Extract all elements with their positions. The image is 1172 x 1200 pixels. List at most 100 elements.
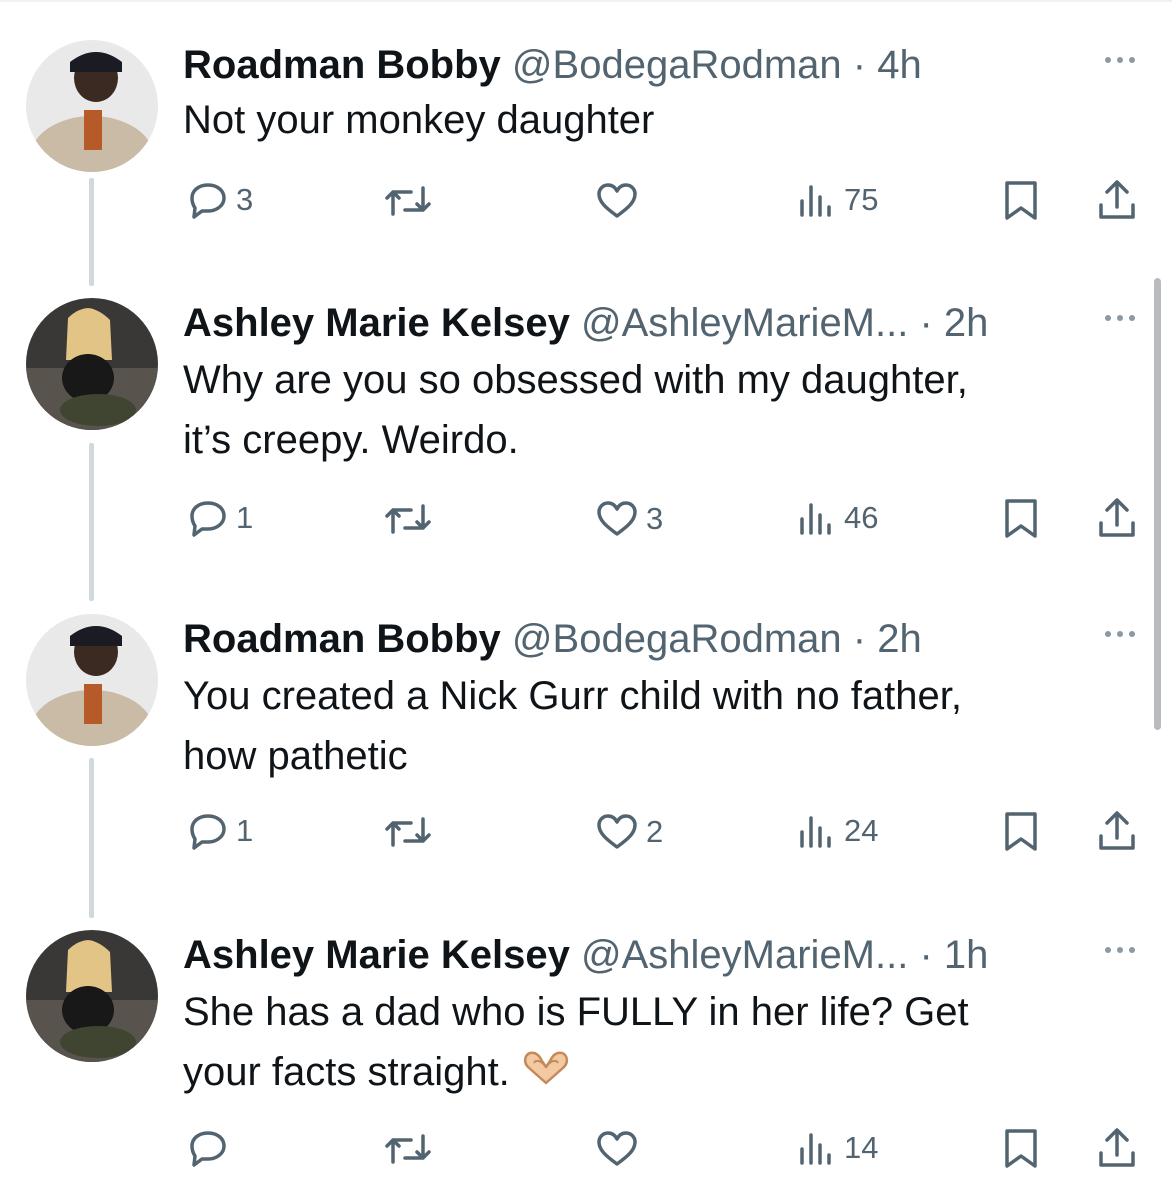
top-divider: [0, 0, 1172, 2]
share-button[interactable]: [1097, 497, 1137, 539]
bookmark-icon: [1005, 181, 1037, 220]
share-icon: [1099, 811, 1135, 850]
tweet-text-line: how pathetic: [183, 734, 408, 778]
username[interactable]: @AshleyMarieM...: [581, 933, 908, 977]
views-button[interactable]: 24: [798, 813, 878, 849]
heart-icon: [597, 1131, 637, 1166]
timestamp[interactable]: 2h: [944, 301, 989, 345]
tweet-text: She has a dad who is FULLY in her life? …: [183, 982, 969, 1104]
views-button[interactable]: 46: [798, 500, 878, 536]
reply-count: 1: [236, 500, 254, 535]
like-button[interactable]: 2: [596, 814, 663, 850]
display-name[interactable]: Ashley Marie Kelsey: [183, 301, 570, 345]
action-bar: 14: [0, 1123, 1172, 1173]
retweet-button[interactable]: [383, 184, 441, 218]
reply-count: 1: [236, 813, 254, 848]
timestamp[interactable]: 2h: [877, 617, 922, 661]
tweet-header: Roadman Bobby @BodegaRodman · 4h: [183, 40, 922, 90]
share-button[interactable]: [1097, 1127, 1137, 1169]
display-name[interactable]: Roadman Bobby: [183, 43, 501, 87]
heart-icon: [597, 501, 637, 536]
avatar[interactable]: [26, 298, 158, 430]
like-button[interactable]: [596, 183, 646, 219]
views-icon: [800, 185, 831, 217]
retweet-button[interactable]: [383, 815, 441, 849]
bookmark-button[interactable]: [1003, 181, 1039, 221]
views-count: 14: [844, 1130, 879, 1165]
views-icon: [800, 503, 831, 535]
views-icon: [800, 1133, 831, 1165]
reply-icon: [190, 814, 226, 850]
heart-hands-emoji: [520, 1044, 572, 1104]
more-icon[interactable]: [1095, 48, 1145, 72]
separator-dot: ·: [852, 617, 867, 661]
avatar[interactable]: [26, 40, 158, 172]
username[interactable]: @BodegaRodman: [512, 617, 842, 661]
reply-icon: [190, 501, 226, 537]
views-button[interactable]: 14: [798, 1130, 878, 1166]
action-bar: 3 75: [0, 175, 1172, 225]
reply-button[interactable]: 1: [188, 812, 253, 850]
share-button[interactable]: [1097, 179, 1137, 221]
tweet-text: You created a Nick Gurr child with no fa…: [183, 666, 962, 786]
tweet-text-line: You created a Nick Gurr child with no fa…: [183, 674, 962, 718]
tweet-text: Why are you so obsessed with my daughter…: [183, 350, 968, 470]
username[interactable]: @BodegaRodman: [512, 43, 842, 87]
retweet-icon: [385, 186, 431, 216]
share-icon: [1099, 498, 1135, 537]
like-button[interactable]: 3: [596, 501, 663, 537]
bookmark-button[interactable]: [1003, 1129, 1039, 1169]
tweet-header: Roadman Bobby @BodegaRodman · 2h: [183, 614, 922, 664]
reply-count: 3: [236, 182, 254, 217]
like-count: 2: [646, 814, 664, 849]
reply-button[interactable]: [188, 1129, 236, 1167]
share-icon: [1099, 180, 1135, 219]
more-icon[interactable]: [1095, 622, 1145, 646]
bookmark-button[interactable]: [1003, 812, 1039, 852]
action-bar: 1 3 46: [0, 493, 1172, 543]
like-count: 3: [646, 501, 664, 536]
bookmark-icon: [1005, 812, 1037, 851]
heart-icon: [597, 814, 637, 849]
views-button[interactable]: 75: [798, 182, 878, 218]
reply-button[interactable]: 3: [188, 181, 253, 219]
username[interactable]: @AshleyMarieM...: [581, 301, 908, 345]
timestamp[interactable]: 1h: [944, 933, 989, 977]
reply-icon: [190, 1131, 226, 1167]
tweet-text-line: it’s creepy. Weirdo.: [183, 418, 519, 462]
reply-button[interactable]: 1: [188, 499, 253, 537]
share-button[interactable]: [1097, 810, 1137, 852]
more-icon[interactable]: [1095, 938, 1145, 962]
reply-icon: [190, 183, 226, 219]
tweet-text-line: Why are you so obsessed with my daughter…: [183, 358, 968, 402]
avatar[interactable]: [26, 614, 158, 746]
bookmark-icon: [1005, 1129, 1037, 1168]
retweet-button[interactable]: [383, 1132, 441, 1166]
display-name[interactable]: Ashley Marie Kelsey: [183, 933, 570, 977]
retweet-icon: [385, 1134, 431, 1164]
separator-dot: ·: [919, 933, 933, 977]
tweet-text-line: Not your monkey daughter: [183, 98, 655, 142]
tweet-text-line: your facts straight.: [183, 1050, 510, 1094]
avatar[interactable]: [26, 930, 158, 1062]
retweet-icon: [385, 504, 431, 534]
display-name[interactable]: Roadman Bobby: [183, 617, 501, 661]
tweet-text-line: She has a dad who is FULLY in her life? …: [183, 990, 969, 1034]
retweet-icon: [385, 817, 431, 847]
retweet-button[interactable]: [383, 502, 441, 536]
views-count: 24: [844, 813, 879, 848]
bookmark-button[interactable]: [1003, 499, 1039, 539]
heart-icon: [597, 183, 637, 218]
scrollbar[interactable]: [1154, 278, 1161, 730]
more-icon[interactable]: [1095, 306, 1145, 330]
separator-dot: ·: [852, 43, 867, 87]
action-bar: 1 2 24: [0, 806, 1172, 856]
tweet-header: Ashley Marie Kelsey @AshleyMarieM... · 1…: [183, 930, 988, 980]
like-button[interactable]: [596, 1131, 646, 1167]
timestamp[interactable]: 4h: [877, 43, 922, 87]
tweet-text: Not your monkey daughter: [183, 90, 654, 150]
share-icon: [1099, 1128, 1135, 1167]
views-icon: [800, 816, 831, 848]
bookmark-icon: [1005, 499, 1037, 538]
views-count: 46: [844, 500, 879, 535]
